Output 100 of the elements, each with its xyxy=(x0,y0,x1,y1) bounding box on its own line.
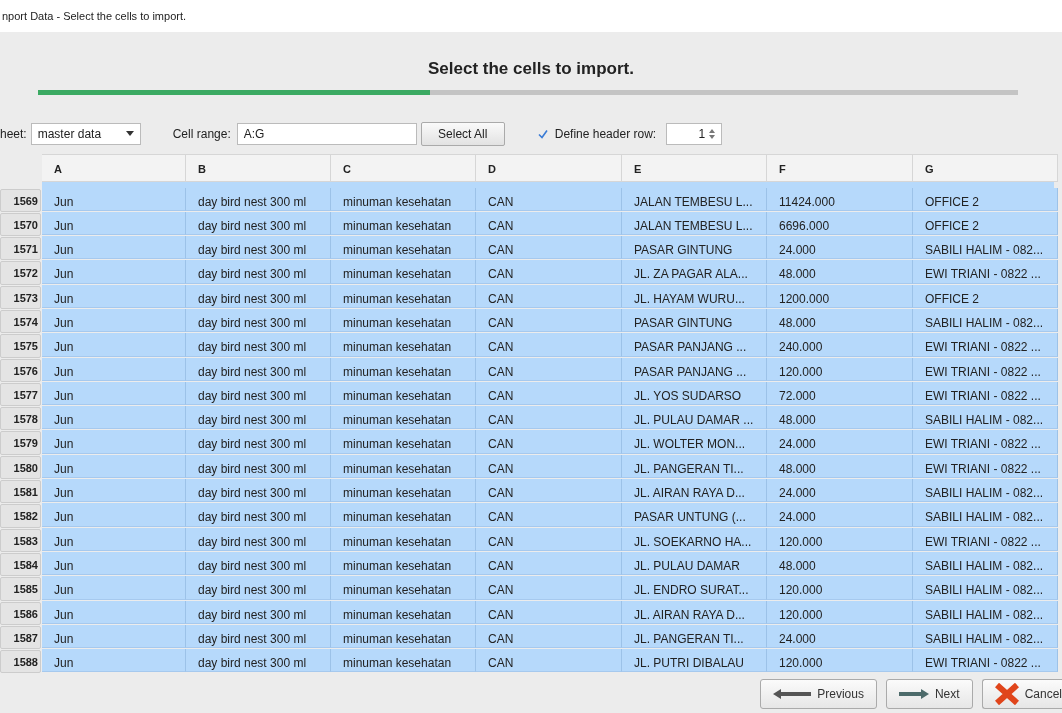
table-cell: day bird nest 300 ml xyxy=(186,430,331,454)
table-cell: JL. PANGERAN TI... xyxy=(622,624,767,649)
table-cell: day bird nest 300 ml xyxy=(186,551,331,576)
table-cell: JL. PANGERAN TI... xyxy=(622,454,767,479)
table-cell: minuman kesehatan xyxy=(331,624,476,649)
table-cell: minuman kesehatan xyxy=(331,211,476,236)
table-cell: day bird nest 300 ml xyxy=(186,211,331,236)
table-cell: SABILI HALIM - 082... xyxy=(913,309,1058,333)
select-all-button[interactable]: Select All xyxy=(420,121,505,146)
row-number[interactable]: 1573 xyxy=(0,285,41,309)
field-label: Cell range: xyxy=(172,125,231,143)
table-cell: CAN xyxy=(476,309,622,333)
table-cell: CAN xyxy=(476,649,622,673)
column-header[interactable]: A xyxy=(42,153,186,182)
table-cell: Jun xyxy=(42,430,186,454)
table-cell: minuman kesehatan xyxy=(331,551,476,576)
table-cell: PASAR UNTUNG (... xyxy=(622,503,767,527)
table-cell: JL. PUTRI DIBALAU xyxy=(622,649,767,673)
table-cell: 24.000 xyxy=(767,236,913,260)
row-number[interactable]: 1571 xyxy=(0,237,41,261)
checkbox[interactable] xyxy=(536,127,550,140)
row-number[interactable]: 1581 xyxy=(0,480,41,504)
spinner-arrows-icon[interactable] xyxy=(709,127,716,140)
column-header[interactable]: F xyxy=(767,153,913,182)
column-header[interactable]: E xyxy=(622,153,767,182)
table-cell: minuman kesehatan xyxy=(331,649,476,673)
table-cell: 120.000 xyxy=(767,576,913,600)
cancel-button[interactable]: Cancel xyxy=(981,679,1062,710)
row-number[interactable]: 1576 xyxy=(0,358,41,382)
row-number[interactable]: 1584 xyxy=(0,552,41,577)
table-cell: Jun xyxy=(42,357,186,381)
table-cell: 24.000 xyxy=(767,624,913,649)
row-number[interactable]: 1579 xyxy=(0,431,41,455)
table-cell: Jun xyxy=(42,187,186,211)
caret-icon xyxy=(125,131,134,136)
table-cell: day bird nest 300 ml xyxy=(186,406,331,430)
row-number[interactable]: 1575 xyxy=(0,334,41,358)
table-cell: Jun xyxy=(42,236,186,260)
table-cell: CAN xyxy=(476,333,622,357)
field-label: heet: xyxy=(0,125,27,143)
table-cell: day bird nest 300 ml xyxy=(186,503,331,527)
table-cell: 48.000 xyxy=(767,406,913,430)
table-cell: day bird nest 300 ml xyxy=(186,600,331,624)
row-number[interactable]: 1583 xyxy=(0,528,41,552)
row-number[interactable]: 1588 xyxy=(0,650,41,674)
table-cell: 48.000 xyxy=(767,551,913,576)
header-row-spinner[interactable]: 1 xyxy=(666,122,723,145)
row-number[interactable]: 1572 xyxy=(0,261,41,285)
table-cell: day bird nest 300 ml xyxy=(186,527,331,551)
table-cell: Jun xyxy=(42,527,186,551)
row-number[interactable]: 1585 xyxy=(0,577,41,601)
table-cell: 240.000 xyxy=(767,333,913,357)
column-header[interactable]: D xyxy=(476,153,622,182)
table-cell: 48.000 xyxy=(767,454,913,479)
table-cell: day bird nest 300 ml xyxy=(186,649,331,673)
table-cell: CAN xyxy=(476,430,622,454)
table-cell: JL. PULAU DAMAR xyxy=(622,551,767,576)
table-cell: day bird nest 300 ml xyxy=(186,260,331,284)
table-cell: 72.000 xyxy=(767,381,913,406)
column-header[interactable]: B xyxy=(186,153,331,182)
table-cell: SABILI HALIM - 082... xyxy=(913,600,1058,624)
table-cell: minuman kesehatan xyxy=(331,479,476,503)
table-cell: CAN xyxy=(476,454,622,479)
row-number[interactable]: 1580 xyxy=(0,455,41,480)
table-cell: CAN xyxy=(476,260,622,284)
table-cell: 120.000 xyxy=(767,600,913,624)
table-cell: minuman kesehatan xyxy=(331,187,476,211)
table-cell: CAN xyxy=(476,236,622,260)
table-cell: day bird nest 300 ml xyxy=(186,333,331,357)
next-button[interactable]: Next xyxy=(885,679,973,710)
row-number[interactable]: 1570 xyxy=(0,212,41,237)
table-cell: minuman kesehatan xyxy=(331,236,476,260)
column-header[interactable]: C xyxy=(331,153,476,182)
table-cell: Jun xyxy=(42,551,186,576)
row-number[interactable]: 1574 xyxy=(0,310,41,334)
table-cell: Jun xyxy=(42,260,186,284)
table-cell: CAN xyxy=(476,381,622,406)
table-cell: 120.000 xyxy=(767,357,913,381)
row-number[interactable]: 1582 xyxy=(0,504,41,528)
row-number[interactable]: 1587 xyxy=(0,625,41,650)
table-cell: CAN xyxy=(476,284,622,308)
row-number[interactable]: 1569 xyxy=(0,188,41,212)
cell-range-field[interactable]: A:G xyxy=(236,122,417,145)
table-cell: Jun xyxy=(42,576,186,600)
table-cell: SABILI HALIM - 082... xyxy=(913,406,1058,430)
table-cell: 11424.000 xyxy=(767,187,913,211)
column-header[interactable]: G xyxy=(913,153,1058,182)
table-cell: Jun xyxy=(42,309,186,333)
table-cell: minuman kesehatan xyxy=(331,503,476,527)
row-number[interactable]: 1578 xyxy=(0,407,41,431)
table-cell: JL. HAYAM WURU... xyxy=(622,284,767,308)
sheet-dropdown[interactable]: master data xyxy=(30,122,141,145)
previous-button[interactable]: Previous xyxy=(760,679,877,710)
row-number[interactable]: 1577 xyxy=(0,382,41,407)
table-cell: EWI TRIANI - 0822 ... xyxy=(913,260,1058,284)
row-number[interactable]: 1586 xyxy=(0,601,41,625)
table-cell: minuman kesehatan xyxy=(331,260,476,284)
table-cell: day bird nest 300 ml xyxy=(186,576,331,600)
table-cell: minuman kesehatan xyxy=(331,406,476,430)
table-cell: minuman kesehatan xyxy=(331,309,476,333)
